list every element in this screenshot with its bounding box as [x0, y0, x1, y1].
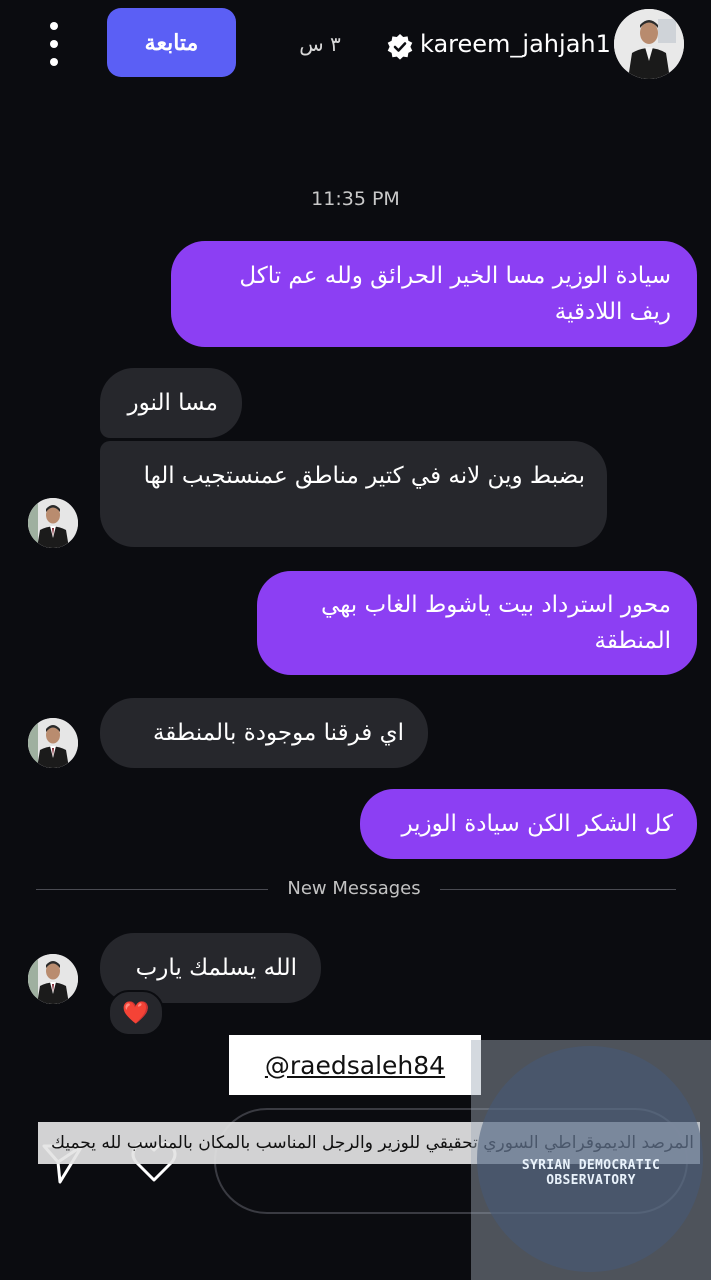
sender-avatar[interactable]: [28, 498, 78, 548]
heart-reaction-icon[interactable]: ❤️: [108, 990, 164, 1036]
verified-badge-icon: [386, 33, 414, 61]
menu-dots-icon[interactable]: [40, 22, 68, 66]
incoming-message[interactable]: مسا النور: [100, 368, 242, 438]
profile-avatar[interactable]: [614, 9, 684, 79]
username[interactable]: kareem_jahjah1: [420, 30, 611, 58]
outgoing-message[interactable]: سيادة الوزير مسا الخير الحرائق ولله عم ت…: [171, 241, 697, 347]
watermark-text: SYRIAN DEMOCRATIC OBSERVATORY: [521, 1158, 661, 1188]
outgoing-message[interactable]: كل الشكر الكن سيادة الوزير: [360, 789, 697, 859]
sender-avatar[interactable]: [28, 718, 78, 768]
incoming-message[interactable]: اي فرقنا موجودة بالمنطقة: [100, 698, 428, 768]
chat-timestamp: 11:35 PM: [311, 188, 400, 210]
divider-line: [36, 889, 268, 890]
time-ago: ٣ س: [299, 32, 341, 56]
handle-label-box: @raedsaleh84: [229, 1035, 481, 1095]
follow-button[interactable]: متابعة: [107, 8, 236, 77]
sender-avatar[interactable]: [28, 954, 78, 1004]
incoming-message[interactable]: بضبط وين لانه في كتير مناطق عمنستجيب اله…: [100, 441, 607, 547]
handle-text: @raedsaleh84: [264, 1050, 446, 1080]
new-messages-label: New Messages: [287, 878, 421, 899]
divider-line: [440, 889, 676, 890]
outgoing-message[interactable]: محور استرداد بيت ياشوط الغاب بهي المنطقة: [257, 571, 697, 675]
